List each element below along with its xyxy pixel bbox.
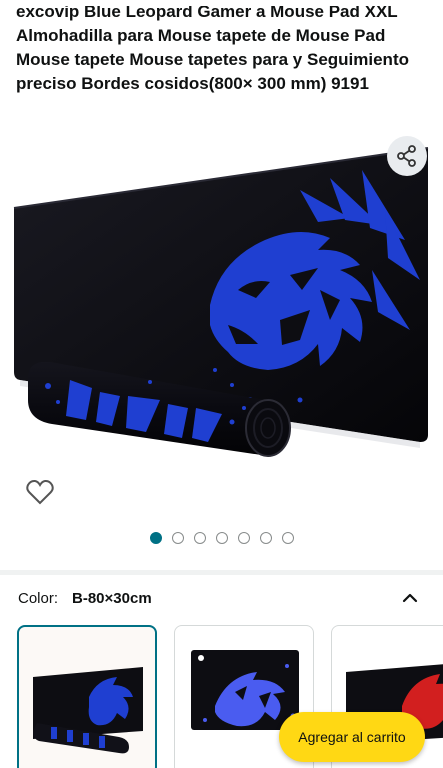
add-to-cart-button[interactable]: Agregar al carrito xyxy=(279,712,425,762)
color-selected-value: B-80×30cm xyxy=(72,589,152,607)
pagination-dot[interactable] xyxy=(260,532,272,544)
pagination-dot[interactable] xyxy=(238,532,250,544)
swatch-blue-leopard-roll[interactable] xyxy=(17,625,157,768)
product-image-gallery[interactable] xyxy=(0,130,443,525)
product-title: excovip Blue Leopard Gamer a Mouse Pad X… xyxy=(16,2,409,93)
section-divider xyxy=(0,570,443,575)
chevron-up-icon[interactable] xyxy=(400,588,420,608)
pagination-dot[interactable] xyxy=(172,532,184,544)
pagination-dot[interactable] xyxy=(216,532,228,544)
color-selector-header[interactable]: Color: B-80×30cm xyxy=(18,588,428,608)
share-button[interactable] xyxy=(387,136,427,176)
pagination-dot[interactable] xyxy=(282,532,294,544)
pagination-dot[interactable] xyxy=(194,532,206,544)
pagination-dot[interactable] xyxy=(150,532,162,544)
color-label: Color: xyxy=(18,589,59,607)
share-icon xyxy=(397,145,416,167)
swatch-image xyxy=(33,667,143,754)
favorite-button[interactable] xyxy=(24,476,56,508)
product-image[interactable] xyxy=(0,130,443,525)
image-pagination xyxy=(150,532,294,544)
heart-outline-icon xyxy=(26,479,54,505)
status-bar-overlap xyxy=(0,0,443,6)
